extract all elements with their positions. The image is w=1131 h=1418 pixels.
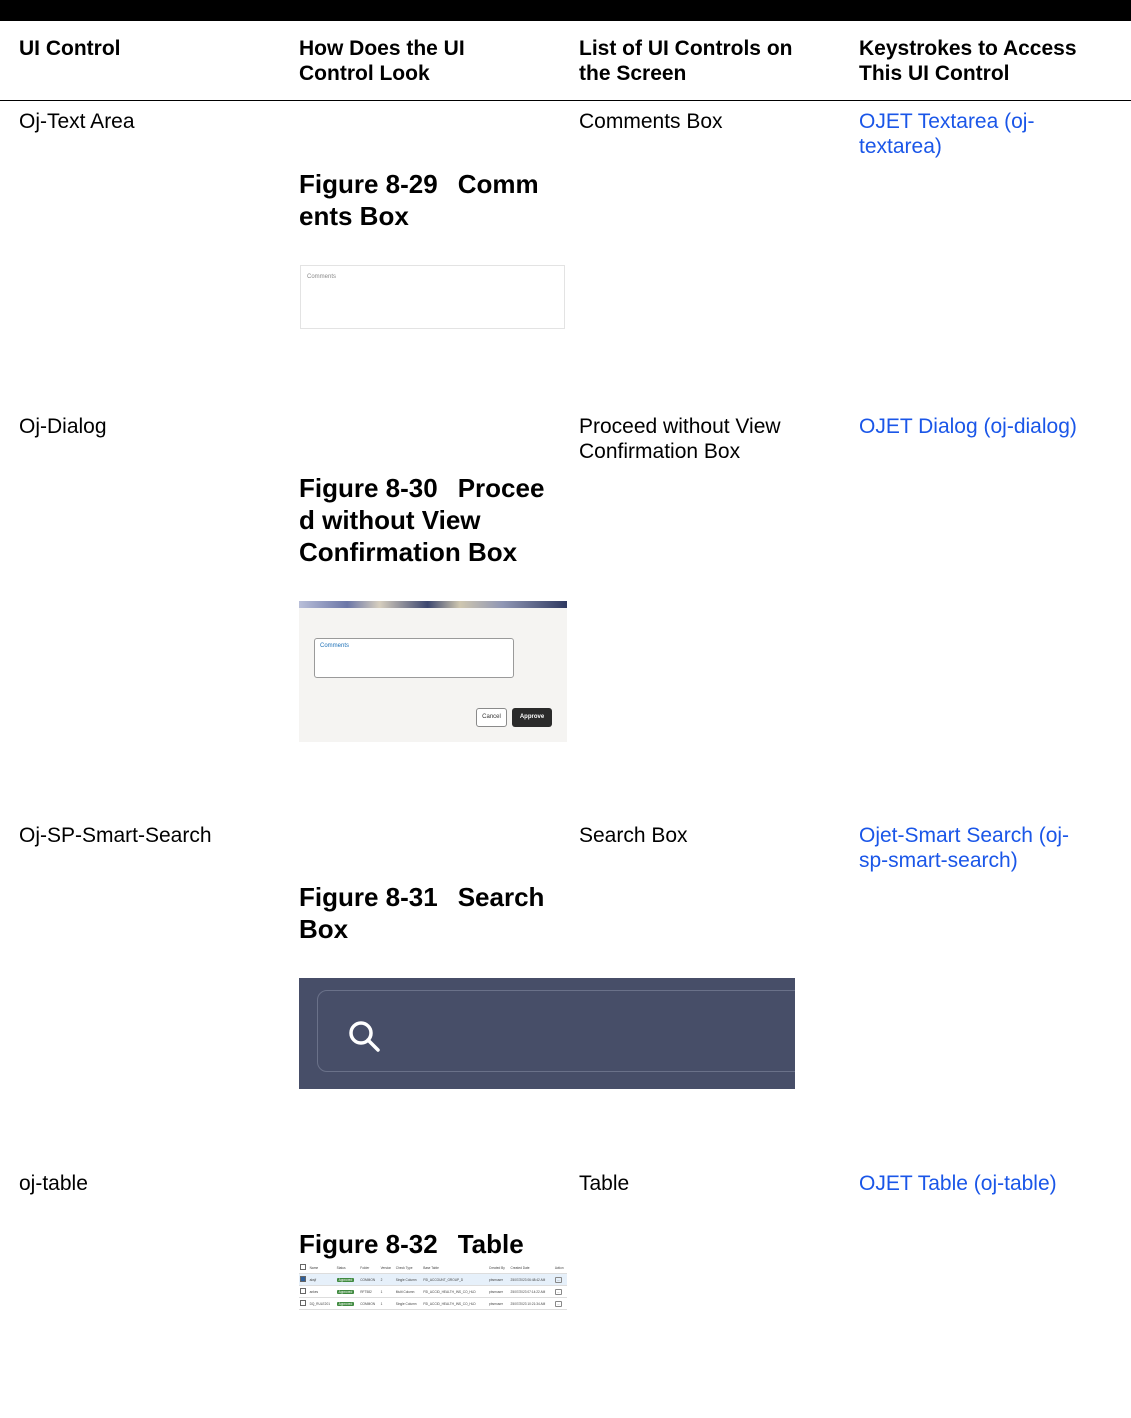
header-keystrokes: Keystrokes to Access This UI Control [859, 37, 1077, 85]
search-input[interactable] [317, 990, 795, 1072]
cell-created-by: pbsmuser [487, 1297, 510, 1310]
col-created-date[interactable]: Created Date [509, 1262, 554, 1274]
row-checkbox[interactable] [299, 1297, 309, 1310]
cell-name: ankes [308, 1285, 336, 1298]
table-row[interactable]: DQ_RULE201 Approved COMMON 1 Single Colu… [299, 1297, 567, 1310]
cell-created-date: 25/07/2023 10:21:34 AM [509, 1297, 554, 1310]
row1-link[interactable]: OJET Textarea (oj-textarea) [859, 109, 1034, 159]
row3-figure-caption: Figure 8-31 Search Box [299, 882, 545, 944]
dialog-figure: Comments Cancel Approve [299, 601, 567, 742]
select-all-checkbox[interactable] [299, 1262, 309, 1274]
row2-control: Oj-Dialog [19, 415, 107, 438]
col-status[interactable]: Status [335, 1262, 360, 1274]
status-badge: Approved [336, 1289, 355, 1294]
dialog-comments-textarea[interactable]: Comments [314, 638, 514, 678]
cell-base-table: FSI_ACCID_HEALTH_INS_CO_HLD [422, 1297, 488, 1310]
row2-figure-caption: Figure 8-30 Procee d without View Confirmat… [299, 473, 545, 567]
top-rule [0, 0, 1131, 21]
action-menu-button[interactable]: ... [554, 1300, 562, 1307]
search-box-figure [299, 978, 795, 1089]
cancel-button[interactable]: Cancel [476, 708, 507, 727]
cell-action[interactable]: ... [553, 1297, 567, 1310]
cell-base-table: FSI_ACCID_HEALTH_INS_CO_HLD [422, 1285, 488, 1298]
row-checkbox[interactable] [299, 1273, 309, 1286]
col-action: Action [553, 1262, 567, 1274]
cell-version: 2 [379, 1273, 395, 1286]
row4-link[interactable]: OJET Table (oj-table) [859, 1171, 1057, 1196]
header-how-look: How Does the UI Control Look [299, 37, 465, 85]
row2-list: Proceed without View Confirmation Box [579, 415, 781, 463]
cell-folder: COMMON [359, 1297, 380, 1310]
header-ui-control: UI Control [19, 37, 121, 60]
cell-status: Approved [335, 1297, 360, 1310]
header-list-controls: List of UI Controls on the Screen [579, 37, 793, 85]
action-menu-button[interactable]: ... [554, 1276, 562, 1283]
cell-created-by: pbsmuser [487, 1285, 510, 1298]
cell-created-date: 25/07/2023 07:14:22 AM [509, 1285, 554, 1298]
cell-folder: RFT582 [359, 1285, 380, 1298]
row3-control: Oj-SP-Smart-Search [19, 824, 212, 847]
row-checkbox[interactable] [299, 1285, 309, 1298]
row1-control: Oj-Text Area [19, 110, 135, 133]
table-figure: Name Status Folder Version Check Type Ba… [299, 1262, 567, 1310]
row4-figure-caption: Figure 8-32 Table [299, 1229, 524, 1259]
cell-name: DQ_RULE201 [308, 1297, 336, 1310]
row3-list: Search Box [579, 824, 688, 847]
col-check-type[interactable]: Check Type [394, 1262, 423, 1274]
cell-folder: COMMON [359, 1273, 380, 1286]
cell-base-table: FSI_ACCOUNT_GROUP_D [422, 1273, 488, 1286]
header-divider [0, 100, 1131, 101]
col-name[interactable]: Name [308, 1262, 336, 1274]
dialog-comments-label: Comments [320, 643, 350, 649]
table-header-row: Name Status Folder Version Check Type Ba… [299, 1262, 567, 1274]
cell-check-type: Multi Column [394, 1285, 423, 1298]
cell-created-date: 25/07/2023 06:48:42 AM [509, 1273, 554, 1286]
col-folder[interactable]: Folder [359, 1262, 380, 1274]
cell-check-type: Single Column [394, 1297, 423, 1310]
cell-check-type: Single Column [394, 1273, 423, 1286]
comments-box-figure: Comments [300, 265, 565, 329]
table-row[interactable]: aksjf Approved COMMON 2 Single Column FS… [299, 1273, 567, 1286]
cell-name: aksjf [308, 1273, 336, 1286]
comments-label: Comments [307, 274, 337, 280]
action-menu-button[interactable]: ... [554, 1288, 562, 1295]
col-version[interactable]: Version [379, 1262, 395, 1274]
cell-action[interactable]: ... [553, 1285, 567, 1298]
cell-version: 1 [379, 1297, 395, 1310]
cell-status: Approved [335, 1273, 360, 1286]
row1-figure-caption: Figure 8-29 Comm ents Box [299, 169, 539, 231]
table-row[interactable]: ankes Approved RFT582 1 Multi Column FSI… [299, 1285, 567, 1298]
cell-version: 1 [379, 1285, 395, 1298]
cell-created-by: pbsmuser [487, 1273, 510, 1286]
row4-list: Table [579, 1172, 630, 1195]
row1-list: Comments Box [579, 110, 723, 133]
cell-action[interactable]: ... [553, 1273, 567, 1286]
status-badge: Approved [336, 1277, 355, 1282]
cell-status: Approved [335, 1285, 360, 1298]
col-created-by[interactable]: Created By [487, 1262, 510, 1274]
row3-link[interactable]: Ojet-Smart Search (oj-sp-smart-search) [859, 823, 1069, 873]
col-base-table[interactable]: Base Table [422, 1262, 488, 1274]
approve-button[interactable]: Approve [512, 708, 552, 727]
row4-control: oj-table [19, 1172, 88, 1195]
row2-link[interactable]: OJET Dialog (oj-dialog) [859, 414, 1077, 439]
status-badge: Approved [336, 1301, 355, 1306]
search-icon [349, 1021, 380, 1052]
dialog-header-band [299, 601, 567, 608]
